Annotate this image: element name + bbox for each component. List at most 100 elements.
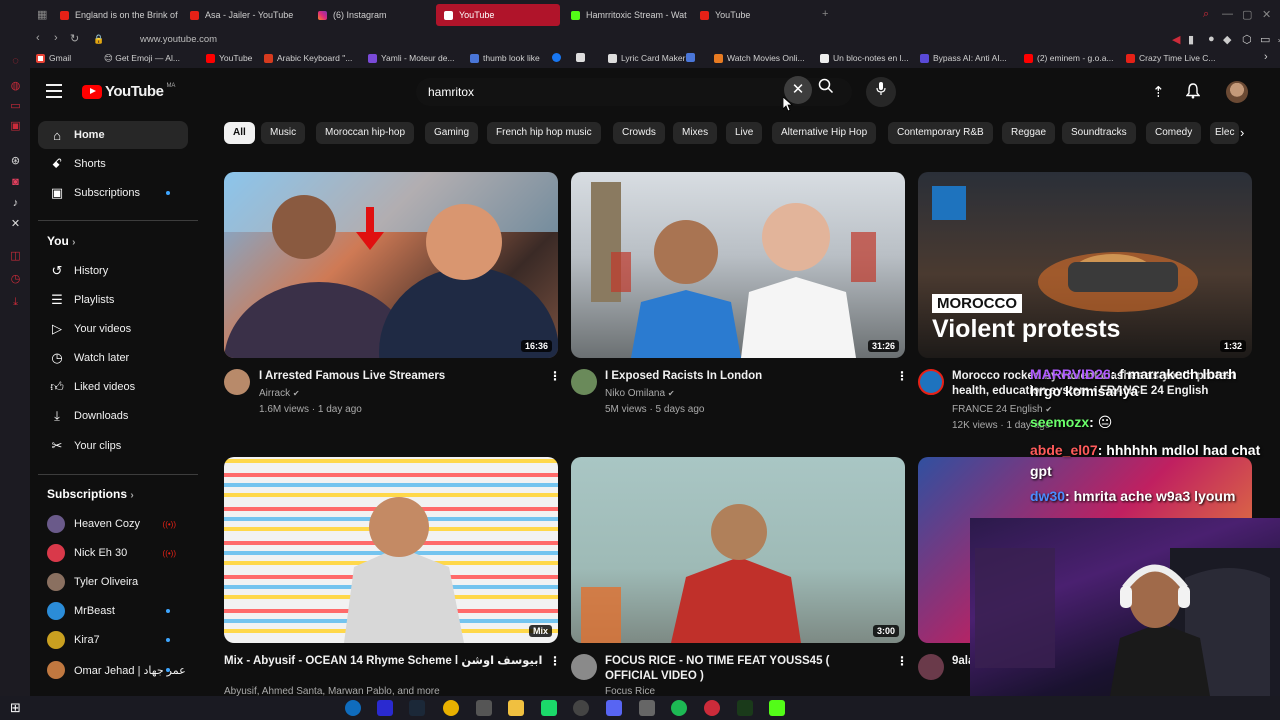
you-section-header[interactable]: You › xyxy=(47,234,75,248)
instagram-icon[interactable]: ◙ xyxy=(9,176,22,189)
bookmark[interactable]: thumb look like xyxy=(470,53,540,63)
app-icon[interactable] xyxy=(737,700,753,716)
sidebar-item-playlists[interactable]: ☰ Playlists xyxy=(38,286,188,314)
premiere-icon[interactable] xyxy=(377,700,393,716)
bookmark[interactable]: (2) eminem - g.o.a... xyxy=(1024,53,1114,63)
dot-icon[interactable]: ◌ xyxy=(9,55,22,68)
chip[interactable]: Soundtracks xyxy=(1062,122,1136,144)
forward-icon[interactable]: › xyxy=(54,32,58,44)
sidebar-sub-channel[interactable]: Kira7 xyxy=(38,626,188,654)
video-thumbnail[interactable]: 31:26 xyxy=(571,172,905,358)
obs-icon[interactable] xyxy=(573,700,589,716)
edge-icon[interactable] xyxy=(345,700,361,716)
browser-tab-active[interactable]: YouTube xyxy=(436,4,560,26)
channel-name[interactable]: Focus Rice xyxy=(605,684,655,696)
search-icon[interactable] xyxy=(818,78,834,97)
discord-icon[interactable] xyxy=(606,700,622,716)
bookmark[interactable]: Arabic Keyboard "... xyxy=(264,53,352,63)
sidebar-sub-channel[interactable]: Heaven Cozy ((•)) xyxy=(38,510,188,538)
bookmark[interactable]: Yamli - Moteur de... xyxy=(368,53,455,63)
extensions-icon[interactable]: ⬡ xyxy=(1242,33,1252,46)
chip[interactable]: Contemporary R&B xyxy=(888,122,993,144)
chip[interactable]: Comedy xyxy=(1146,122,1202,144)
bookmark[interactable]: Bypass AI: Anti AI... xyxy=(920,53,1007,63)
sidebar-sub-channel[interactable]: MrBeast xyxy=(38,597,188,625)
more-actions-icon[interactable]: ⋮ xyxy=(896,654,908,668)
steam-icon[interactable] xyxy=(409,700,425,716)
chip-all[interactable]: All xyxy=(224,122,255,144)
browser-tab[interactable]: Hamrritoxic Stream - Wat xyxy=(563,4,691,26)
sidebar-item-your-videos[interactable]: ▷ Your videos xyxy=(38,315,188,343)
bookmark[interactable] xyxy=(552,53,561,62)
mute-icon[interactable]: ◀ xyxy=(1172,33,1180,46)
x-icon[interactable]: ✕ xyxy=(9,218,22,231)
bookmarks-more-icon[interactable]: › xyxy=(1264,51,1268,63)
video-title[interactable]: I Arrested Famous Live Streamers xyxy=(259,369,539,384)
search-tabs-icon[interactable]: ⌕ xyxy=(1203,8,1209,21)
extension-icon[interactable]: ◆ xyxy=(1223,33,1231,46)
bookmark[interactable]: Gmail xyxy=(36,53,71,63)
tiktok-icon[interactable]: ♪ xyxy=(9,197,22,210)
app-icon[interactable] xyxy=(639,700,655,716)
channel-avatar[interactable] xyxy=(224,369,250,395)
pin-icon[interactable]: ● xyxy=(1208,33,1215,45)
channel-name[interactable]: Niko Omilana ✔ xyxy=(605,386,675,401)
chip[interactable]: Reggae xyxy=(1002,122,1056,144)
channel-avatar[interactable] xyxy=(918,654,944,680)
video-title[interactable]: FOCUS RICE - NO TIME FEAT YOUSS45 ( OFFI… xyxy=(605,654,885,684)
minimize-icon[interactable]: — xyxy=(1222,8,1233,20)
upload-icon[interactable]: ⇡ xyxy=(1152,83,1165,101)
opera-icon[interactable] xyxy=(704,700,720,716)
bookmark[interactable]: Watch Movies Onli... xyxy=(714,53,805,63)
browser-tab[interactable]: Asa - Jailer - YouTube xyxy=(182,4,310,26)
notifications-icon[interactable] xyxy=(1185,83,1201,103)
chip[interactable]: Mixes xyxy=(673,122,718,144)
bookmark[interactable]: Un bloc-notes en l... xyxy=(820,53,909,63)
new-tab-icon[interactable]: + xyxy=(822,8,828,20)
sidebar-sub-channel[interactable]: Omar Jehad | عمر جهاد xyxy=(38,656,188,684)
search-input[interactable] xyxy=(428,85,768,99)
chip[interactable]: Crowds xyxy=(613,122,665,144)
chat-icon[interactable]: ▭ xyxy=(9,100,22,113)
chip[interactable]: Moroccan hip-hop xyxy=(316,122,415,144)
chip[interactable]: Music xyxy=(261,122,306,144)
gift-icon[interactable]: ◫ xyxy=(9,250,22,263)
browser-tab[interactable]: England is on the Brink of xyxy=(52,4,180,26)
video-thumbnail[interactable]: 16:36 xyxy=(224,172,558,358)
bookmark[interactable]: YouTube xyxy=(206,53,252,63)
chip[interactable]: French hip hop music xyxy=(487,122,601,144)
windows-start-icon[interactable]: ⊞ xyxy=(10,700,21,716)
channel-name[interactable]: Abyusif, Ahmed Santa, Marwan Pablo, and … xyxy=(224,684,524,696)
sidebar-item-liked-videos[interactable]: 👍︎ Liked videos xyxy=(38,373,188,401)
url-field[interactable]: www.youtube.com xyxy=(140,34,217,45)
file-explorer-icon[interactable] xyxy=(508,700,524,716)
account-avatar[interactable] xyxy=(1226,81,1248,103)
more-actions-icon[interactable]: ⋮ xyxy=(549,369,561,383)
app-icon[interactable] xyxy=(476,700,492,716)
sidebar-item-shorts[interactable]: ꗃ Shorts xyxy=(38,150,188,178)
channel-avatar[interactable] xyxy=(571,654,597,680)
clock-icon[interactable]: ◷ xyxy=(9,273,22,286)
voice-search-icon[interactable] xyxy=(866,77,896,107)
video-thumbnail[interactable]: 3:00 xyxy=(571,457,905,643)
sidebar-item-watch-later[interactable]: ◷ Watch later xyxy=(38,344,188,372)
spotify-icon[interactable] xyxy=(671,700,687,716)
chip[interactable]: Alternative Hip Hop xyxy=(772,122,877,144)
bookmark[interactable]: Lyric Card Maker xyxy=(608,53,685,63)
more-actions-icon[interactable]: ⋮ xyxy=(549,654,561,668)
bookmark[interactable] xyxy=(576,53,585,62)
channel-avatar[interactable] xyxy=(571,369,597,395)
messenger-icon[interactable]: ◍ xyxy=(9,80,22,93)
chips-next-icon[interactable]: › xyxy=(1240,125,1244,140)
video-thumbnail[interactable]: MOROCCO Violent protests 1:32 xyxy=(918,172,1252,358)
chip[interactable]: Gaming xyxy=(425,122,479,144)
more-actions-icon[interactable]: ⋮ xyxy=(896,369,908,383)
download-icon[interactable]: ⤓ xyxy=(9,296,22,309)
app-icon[interactable] xyxy=(541,700,557,716)
bookmark[interactable]: Crazy Time Live C... xyxy=(1126,53,1216,63)
subscriptions-section-header[interactable]: Subscriptions › xyxy=(47,487,134,501)
sidebar-item-downloads[interactable]: ⤓ Downloads xyxy=(38,402,188,430)
chip[interactable]: Live xyxy=(726,122,763,144)
youtube-logo[interactable]: YouTube MA xyxy=(82,83,175,100)
wallet-icon[interactable]: ▭ xyxy=(1260,33,1270,46)
